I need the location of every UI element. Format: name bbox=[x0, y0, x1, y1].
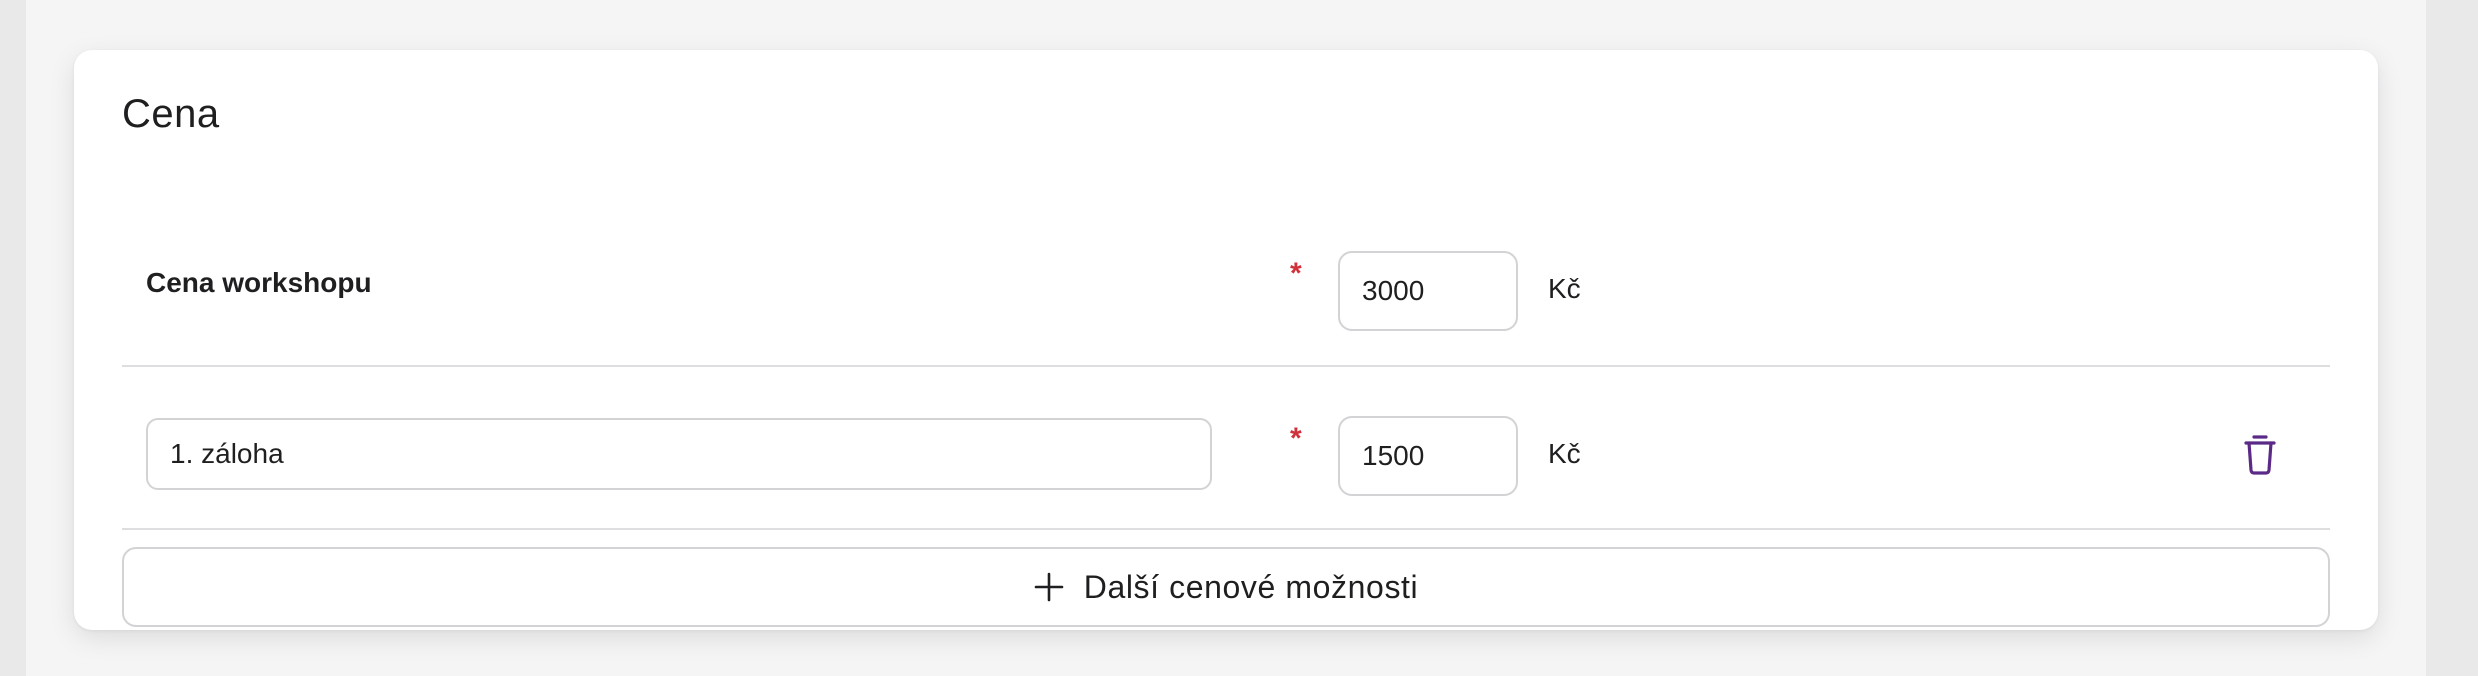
currency-label: Kč bbox=[1548, 438, 1581, 469]
price-option-name-input[interactable] bbox=[146, 418, 1212, 490]
workshop-price-label: Cena workshopu bbox=[146, 267, 372, 298]
required-asterisk: * bbox=[1290, 422, 1302, 455]
section-title: Cena bbox=[122, 92, 220, 136]
price-card: Cena Cena workshopu * Kč * Kč bbox=[74, 50, 2378, 630]
plus-icon bbox=[1034, 572, 1064, 602]
required-asterisk: * bbox=[1290, 257, 1302, 290]
price-row-deposit: * Kč bbox=[122, 366, 2330, 530]
deposit-price-input[interactable] bbox=[1338, 416, 1518, 496]
page-background: Cena Cena workshopu * Kč * Kč bbox=[26, 0, 2426, 676]
add-price-option-button[interactable]: Další cenové možnosti bbox=[122, 547, 2330, 627]
add-price-option-label: Další cenové možnosti bbox=[1083, 568, 1419, 605]
currency-label: Kč bbox=[1548, 273, 1581, 304]
price-row-main: Cena workshopu * Kč bbox=[122, 203, 2330, 367]
workshop-price-input[interactable] bbox=[1338, 251, 1518, 331]
trash-icon[interactable] bbox=[2240, 432, 2280, 476]
